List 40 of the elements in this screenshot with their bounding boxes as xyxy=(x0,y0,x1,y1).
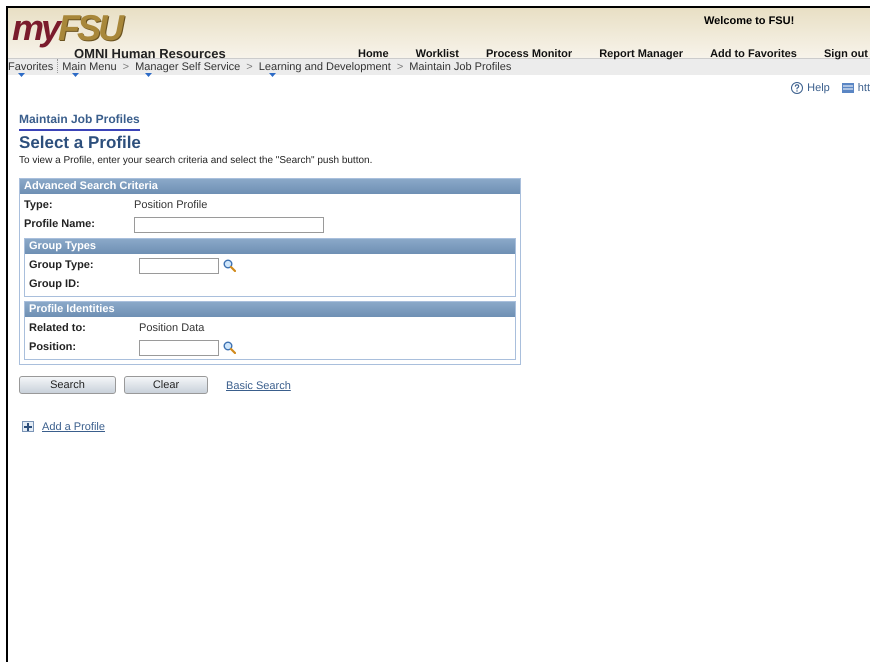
table-icon xyxy=(842,83,854,93)
breadcrumb-separator: > xyxy=(246,60,253,75)
basic-search-link[interactable]: Basic Search xyxy=(226,378,291,394)
search-icon[interactable] xyxy=(223,259,236,272)
breadcrumb-item[interactable]: Manager Self Service xyxy=(135,59,240,76)
nav-link[interactable]: Sign out xyxy=(824,46,868,62)
breadcrumb-item[interactable]: Main Menu xyxy=(62,59,117,76)
page-link[interactable]: htt xyxy=(842,80,870,96)
action-button[interactable]: Search xyxy=(19,376,116,394)
help-icon xyxy=(791,82,804,94)
field-label: Group Type: xyxy=(29,258,95,274)
breadcrumb-separator: > xyxy=(396,60,404,75)
field-label: Related to: xyxy=(29,321,87,336)
nav-link[interactable]: Report Manager xyxy=(599,46,683,62)
action-button[interactable]: Clear xyxy=(124,376,208,394)
page-title: Select a Profile xyxy=(19,133,142,153)
search-icon[interactable] xyxy=(223,341,236,354)
welcome-text: Welcome to FSU! xyxy=(704,14,794,29)
add-icon[interactable] xyxy=(22,421,34,432)
field-value: Position Profile xyxy=(134,198,208,214)
input-field[interactable] xyxy=(134,216,324,232)
group-title: Group Types xyxy=(25,239,515,254)
input-field[interactable] xyxy=(139,258,219,274)
field-label: Type: xyxy=(24,198,54,214)
field-value: Position Data xyxy=(139,321,204,336)
breadcrumb-separator: > xyxy=(122,60,130,75)
field-label: Profile Name: xyxy=(24,217,96,232)
help-link[interactable]: Help xyxy=(791,80,830,96)
field-label: Position: xyxy=(29,340,78,356)
group-title: Profile Identities xyxy=(25,302,515,317)
input-field[interactable] xyxy=(139,340,219,356)
add-profile-link[interactable]: Add a Profile xyxy=(42,418,105,435)
logo: myFSU xyxy=(12,10,122,46)
field-label: Group ID: xyxy=(29,277,81,292)
breadcrumb-item[interactable]: Favorites xyxy=(8,59,54,76)
nav-link[interactable]: Add to Favorites xyxy=(710,46,797,62)
page-tab[interactable]: Maintain Job Profiles xyxy=(19,110,140,131)
app-name: OMNI Human Resources xyxy=(74,47,226,60)
panel-title: Advanced Search Criteria xyxy=(20,179,520,194)
instructions: To view a Profile, enter your search criteria and select the "Search" push button. xyxy=(19,154,374,168)
